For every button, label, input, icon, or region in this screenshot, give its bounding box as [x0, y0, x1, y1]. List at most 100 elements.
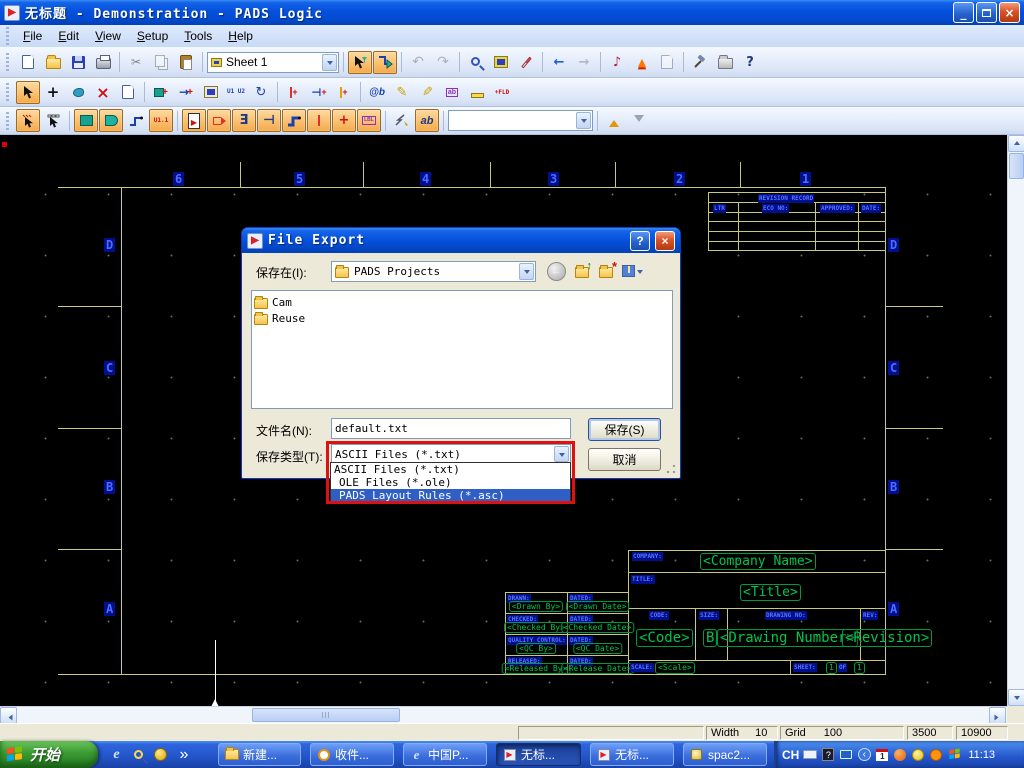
- quicklaunch-search[interactable]: [130, 746, 147, 763]
- zoom-button[interactable]: [464, 51, 488, 74]
- dropdown-option[interactable]: ASCII Files (*.txt): [331, 463, 570, 476]
- previous-sheet-button[interactable]: ←: [547, 51, 571, 74]
- folder-item[interactable]: Reuse: [254, 310, 670, 326]
- dropdown-option-selected[interactable]: PADS Layout Rules (*.asc): [331, 489, 570, 502]
- menu-help[interactable]: Help: [220, 26, 261, 46]
- open-button[interactable]: [41, 51, 65, 74]
- drag-button[interactable]: [66, 81, 90, 104]
- filename-input[interactable]: [331, 418, 571, 439]
- dialog-help-button[interactable]: ?: [630, 231, 650, 251]
- add-gate-button[interactable]: [99, 109, 123, 132]
- add-stub-button[interactable]: +: [282, 81, 306, 104]
- new-button[interactable]: [16, 51, 40, 74]
- quicklaunch-overflow[interactable]: »: [178, 746, 190, 763]
- dropdown-button[interactable]: [322, 54, 337, 71]
- port-button[interactable]: [207, 109, 231, 132]
- field-button[interactable]: +FLD: [490, 81, 514, 104]
- alarm-tray-icon[interactable]: [929, 748, 943, 762]
- menu-tools[interactable]: Tools: [176, 26, 220, 46]
- minimize-button[interactable]: _: [953, 2, 974, 23]
- menu-view[interactable]: View: [87, 26, 129, 46]
- edit-text-button[interactable]: ✎: [390, 81, 414, 104]
- dialog-titlebar[interactable]: ▶ File Export ? ×: [242, 228, 680, 253]
- delete-button[interactable]: ×: [91, 81, 115, 104]
- maximize-button[interactable]: [976, 2, 997, 23]
- extend-bus-button[interactable]: [307, 109, 331, 132]
- clock[interactable]: 11:13: [968, 749, 995, 761]
- quicklaunch-ie[interactable]: e: [108, 746, 125, 763]
- power-button[interactable]: Ǝ: [232, 109, 256, 132]
- horizontal-scrollbar[interactable]: [0, 706, 1007, 723]
- move-corner-button[interactable]: +: [332, 81, 356, 104]
- select-parts-button[interactable]: [41, 109, 65, 132]
- cancel-button[interactable]: 取消: [588, 448, 661, 471]
- add-part-button[interactable]: +: [149, 81, 173, 104]
- collapse-tray-icon[interactable]: ‹: [857, 748, 871, 762]
- view-menu-button[interactable]: [619, 260, 645, 282]
- print-button[interactable]: [91, 51, 115, 74]
- horizontal-scroll-thumb[interactable]: [252, 708, 400, 722]
- scroll-up-button[interactable]: [602, 109, 626, 132]
- archive-button[interactable]: [713, 51, 737, 74]
- menu-file[interactable]: File: [15, 26, 50, 46]
- bus-name-button[interactable]: LBL: [357, 109, 381, 132]
- edit-connection-button[interactable]: [390, 109, 414, 132]
- menu-setup[interactable]: Setup: [129, 26, 176, 46]
- properties-button[interactable]: [655, 51, 679, 74]
- task-button-explorer[interactable]: 新建...: [218, 743, 301, 766]
- messenger-tray-icon[interactable]: [911, 748, 925, 762]
- text-button[interactable]: ab: [415, 109, 439, 132]
- copy-button[interactable]: [149, 51, 173, 74]
- help-button[interactable]: ?: [738, 51, 762, 74]
- paste-button[interactable]: [174, 51, 198, 74]
- language-indicator[interactable]: CH: [782, 748, 799, 762]
- task-button-spac[interactable]: spac2...: [683, 743, 767, 766]
- add-bus-button[interactable]: [282, 109, 306, 132]
- board-view-button[interactable]: [489, 51, 513, 74]
- keyboard-icon[interactable]: [803, 748, 817, 762]
- toolbar-grip[interactable]: [6, 53, 9, 71]
- window-titlebar[interactable]: ▶ 无标题 - Demonstration - PADS Logic _ ×: [0, 0, 1024, 25]
- split-connection-button[interactable]: ⊣+: [307, 81, 331, 104]
- toolbar-grip[interactable]: [6, 27, 9, 45]
- dropdown-button[interactable]: [554, 446, 569, 462]
- dropdown-button[interactable]: [519, 263, 534, 280]
- attributes-button[interactable]: @b: [365, 81, 389, 104]
- net-names-button[interactable]: ♪: [605, 51, 629, 74]
- save-in-combo[interactable]: PADS Projects: [331, 261, 536, 282]
- up-one-level-button[interactable]: ↑: [571, 260, 593, 282]
- swap-reference-button[interactable]: U1 U2: [224, 81, 248, 104]
- add-part-tool-button[interactable]: [74, 109, 98, 132]
- change-pin-button[interactable]: U1.1: [149, 109, 173, 132]
- close-button[interactable]: ×: [999, 2, 1020, 23]
- eco-mode-button[interactable]: ▲: [630, 51, 654, 74]
- redo-button[interactable]: ↷: [431, 51, 455, 74]
- move-button[interactable]: +: [41, 81, 65, 104]
- resize-grip[interactable]: [665, 463, 677, 475]
- quicklaunch-app[interactable]: [152, 746, 169, 763]
- calendar-tray-icon[interactable]: 1: [875, 748, 889, 762]
- add-wire-button[interactable]: [124, 109, 148, 132]
- filetype-combo[interactable]: ASCII Files (*.txt): [331, 444, 571, 464]
- measure-button[interactable]: [465, 81, 489, 104]
- new-folder-button[interactable]: *: [595, 260, 617, 282]
- start-button[interactable]: 开始: [0, 741, 98, 768]
- menu-edit[interactable]: Edit: [50, 26, 87, 46]
- select-gates-button[interactable]: [16, 109, 40, 132]
- query-button[interactable]: [116, 81, 140, 104]
- dropdown-option[interactable]: OLE Files (*.ole): [331, 476, 570, 489]
- ball-tray-icon[interactable]: [893, 748, 907, 762]
- back-button[interactable]: ←: [545, 260, 567, 282]
- toolbar-grip[interactable]: [6, 112, 9, 130]
- tools-button[interactable]: [688, 51, 712, 74]
- connection-mode-button[interactable]: [373, 51, 397, 74]
- scroll-down-button[interactable]: [627, 109, 651, 132]
- scroll-right-arrow[interactable]: [989, 707, 1006, 724]
- folder-item[interactable]: Cam: [254, 294, 670, 310]
- task-button-inbox[interactable]: 收件...: [310, 743, 394, 766]
- split-bus-button[interactable]: +: [332, 109, 356, 132]
- vertical-scrollbar[interactable]: [1007, 135, 1024, 706]
- dialog-close-button[interactable]: ×: [655, 231, 675, 251]
- library-button[interactable]: [199, 81, 223, 104]
- file-list[interactable]: Cam Reuse: [251, 290, 673, 409]
